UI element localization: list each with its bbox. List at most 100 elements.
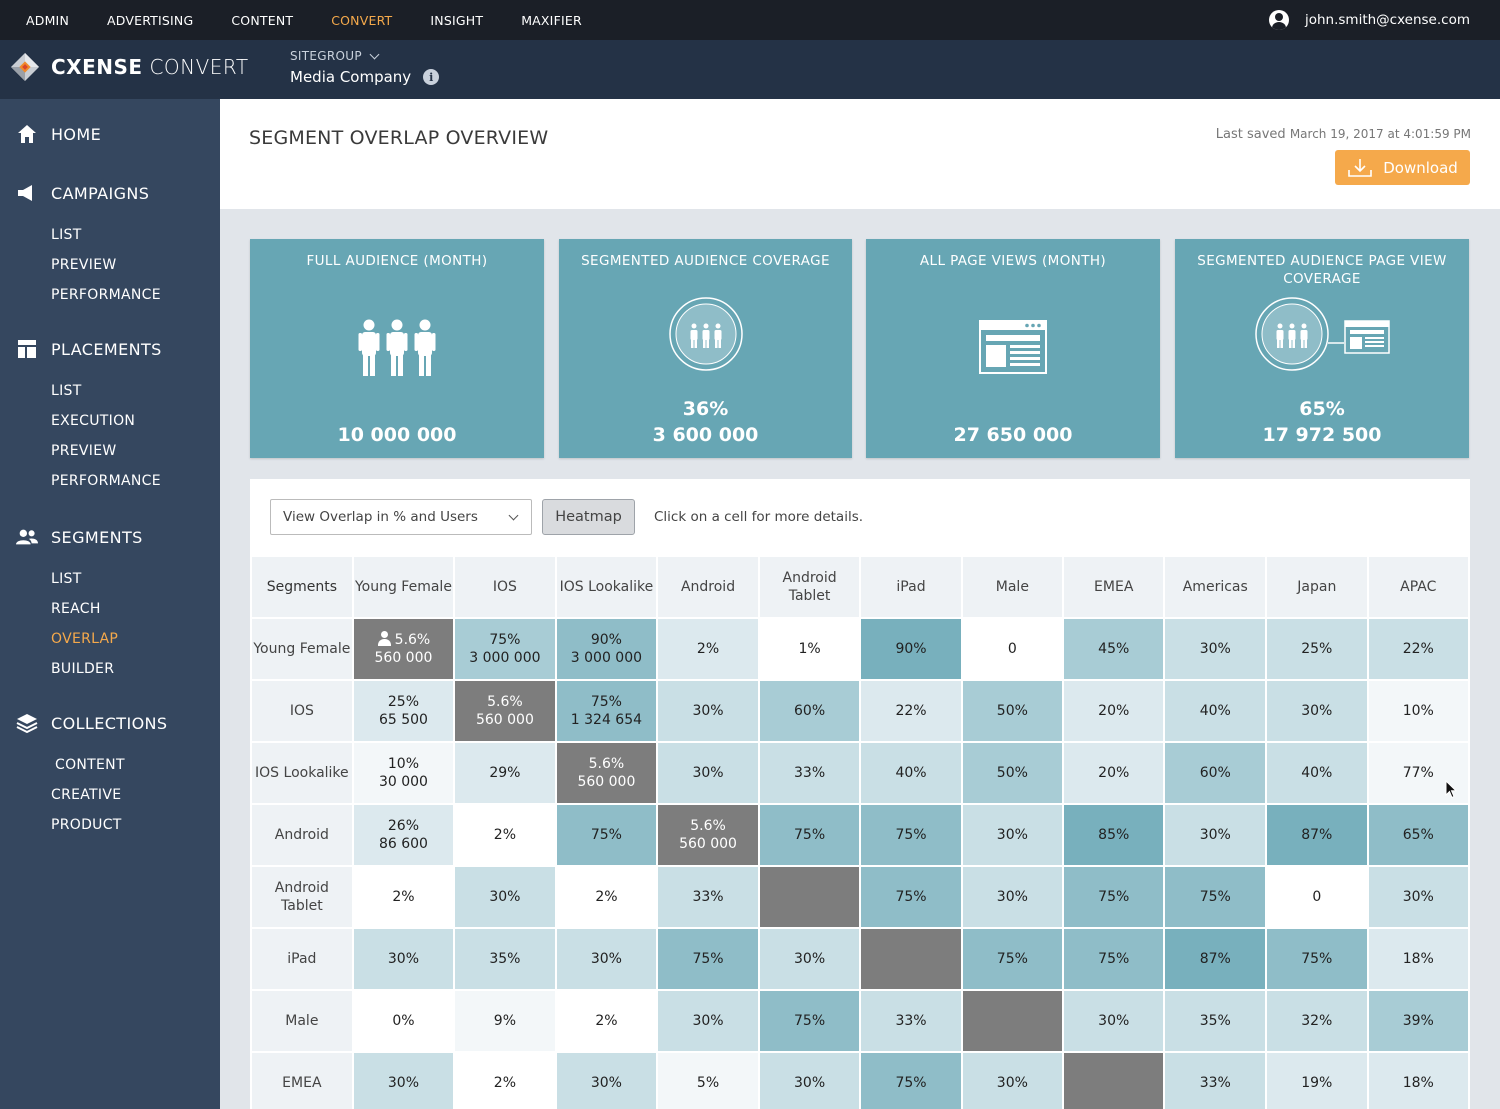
sidebar-item-campaigns-performance[interactable]: PERFORMANCE xyxy=(0,280,220,310)
overlap-cell[interactable]: 90% 3 000 000 xyxy=(556,619,657,679)
overlap-cell[interactable]: 30% xyxy=(658,991,758,1051)
overlap-cell[interactable]: 29% xyxy=(455,743,555,803)
overlap-cell[interactable]: 50% xyxy=(962,681,1063,741)
overlap-cell[interactable]: 40% xyxy=(1165,681,1266,741)
overlap-cell[interactable]: 40% xyxy=(861,743,961,803)
overlap-cell[interactable] xyxy=(962,991,1063,1051)
overlap-cell[interactable]: 30% xyxy=(759,929,860,989)
overlap-cell[interactable]: 35% xyxy=(1165,991,1266,1051)
overlap-cell[interactable]: 22% xyxy=(861,681,961,741)
overlap-cell[interactable]: 87% xyxy=(1267,805,1367,865)
overlap-cell[interactable]: 33% xyxy=(1165,1053,1266,1109)
overlap-cell[interactable]: 5.6% 560 000 xyxy=(658,805,758,865)
overlap-cell[interactable]: 10% 30 000 xyxy=(353,743,454,803)
topnav-admin[interactable]: ADMIN xyxy=(26,13,69,28)
overlap-cell[interactable]: 1% xyxy=(759,619,860,679)
overlap-cell[interactable]: 5.6% 560 000 xyxy=(353,619,454,679)
download-button[interactable]: Download xyxy=(1335,150,1470,185)
topnav-content[interactable]: CONTENT xyxy=(231,13,293,28)
overlap-cell[interactable]: 75% 1 324 654 xyxy=(556,681,657,741)
overlap-cell[interactable]: 25% xyxy=(1267,619,1367,679)
app-logo[interactable]: CXENSE CONVERT xyxy=(10,52,249,82)
overlap-cell[interactable]: 30% xyxy=(1064,991,1164,1051)
overlap-cell[interactable]: 30% xyxy=(962,805,1063,865)
sidebar-item-campaigns-preview[interactable]: PREVIEW xyxy=(0,250,220,280)
overlap-cell[interactable]: 2% xyxy=(556,991,657,1051)
sidebar-item-collections[interactable]: COLLECTIONS xyxy=(0,708,220,738)
overlap-cell[interactable]: 30% xyxy=(1165,619,1266,679)
overlap-cell[interactable]: 32% xyxy=(1267,991,1367,1051)
overlap-cell[interactable]: 9% xyxy=(455,991,555,1051)
sidebar-item-segments-list[interactable]: LIST xyxy=(0,564,220,594)
overlap-cell[interactable]: 30% xyxy=(556,929,657,989)
overlap-cell[interactable]: 30% xyxy=(759,1053,860,1109)
sidebar-item-collections-product[interactable]: PRODUCT xyxy=(0,810,220,840)
sidebar-item-segments-builder[interactable]: BUILDER xyxy=(0,654,220,684)
overlap-cell[interactable] xyxy=(759,867,860,927)
overlap-cell[interactable]: 60% xyxy=(759,681,860,741)
overlap-cell[interactable]: 87% xyxy=(1165,929,1266,989)
overlap-cell[interactable]: 30% xyxy=(658,681,758,741)
overlap-cell[interactable]: 0 xyxy=(962,619,1063,679)
sidebar-item-placements[interactable]: PLACEMENTS xyxy=(0,334,220,364)
overlap-cell[interactable]: 33% xyxy=(759,743,860,803)
overlap-cell[interactable]: 75% xyxy=(759,991,860,1051)
overlap-cell[interactable]: 2% xyxy=(353,867,454,927)
view-overlap-select[interactable]: View Overlap in % and Users xyxy=(270,499,532,535)
overlap-cell[interactable]: 5% xyxy=(658,1053,758,1109)
overlap-cell[interactable]: 75% xyxy=(759,805,860,865)
overlap-cell[interactable]: 30% xyxy=(1165,805,1266,865)
overlap-cell[interactable]: 20% xyxy=(1064,681,1164,741)
sidebar-item-segments-overlap[interactable]: OVERLAP xyxy=(0,624,220,654)
sidebar-item-placements-execution[interactable]: EXECUTION xyxy=(0,406,220,436)
overlap-cell[interactable]: 33% xyxy=(861,991,961,1051)
overlap-cell[interactable]: 2% xyxy=(556,867,657,927)
overlap-cell[interactable]: 26% 86 600 xyxy=(353,805,454,865)
overlap-cell[interactable]: 18% xyxy=(1368,1053,1468,1109)
topnav-convert[interactable]: CONVERT xyxy=(331,13,392,28)
user-menu[interactable]: john.smith@cxense.com xyxy=(1268,0,1470,40)
sitegroup-selector[interactable]: SITEGROUP Media Company i xyxy=(290,49,440,86)
topnav-maxifier[interactable]: MAXIFIER xyxy=(521,13,582,28)
overlap-cell[interactable]: 90% xyxy=(861,619,961,679)
overlap-cell[interactable]: 2% xyxy=(455,1053,555,1109)
sidebar-item-home[interactable]: HOME xyxy=(0,119,220,149)
sidebar-item-segments-reach[interactable]: REACH xyxy=(0,594,220,624)
overlap-cell[interactable]: 18% xyxy=(1368,929,1468,989)
overlap-cell[interactable]: 35% xyxy=(455,929,555,989)
overlap-cell[interactable] xyxy=(861,929,961,989)
overlap-cell[interactable]: 30% xyxy=(1267,681,1367,741)
overlap-cell[interactable]: 30% xyxy=(1368,867,1468,927)
overlap-cell[interactable]: 45% xyxy=(1064,619,1164,679)
overlap-cell[interactable]: 75% xyxy=(1165,867,1266,927)
overlap-cell[interactable]: 30% xyxy=(658,743,758,803)
sidebar-item-segments[interactable]: SEGMENTS xyxy=(0,522,220,552)
overlap-cell[interactable] xyxy=(1064,1053,1164,1109)
sidebar-item-placements-performance[interactable]: PERFORMANCE xyxy=(0,466,220,496)
info-icon[interactable]: i xyxy=(423,69,440,85)
overlap-cell[interactable]: 50% xyxy=(962,743,1063,803)
overlap-cell[interactable]: 30% xyxy=(556,1053,657,1109)
overlap-cell[interactable]: 75% xyxy=(861,867,961,927)
overlap-cell[interactable]: 65% xyxy=(1368,805,1468,865)
topnav-insight[interactable]: INSIGHT xyxy=(430,13,483,28)
overlap-cell[interactable]: 40% xyxy=(1267,743,1367,803)
overlap-cell[interactable]: 75% xyxy=(658,929,758,989)
sidebar-item-collections-content[interactable]: CONTENT xyxy=(0,750,220,780)
overlap-cell[interactable]: 5.6% 560 000 xyxy=(556,743,657,803)
overlap-cell[interactable]: 30% xyxy=(353,1053,454,1109)
overlap-cell[interactable]: 30% xyxy=(353,929,454,989)
overlap-cell[interactable]: 25% 65 500 xyxy=(353,681,454,741)
overlap-cell[interactable]: 85% xyxy=(1064,805,1164,865)
sidebar-item-placements-preview[interactable]: PREVIEW xyxy=(0,436,220,466)
overlap-cell[interactable]: 75% 3 000 000 xyxy=(455,619,555,679)
overlap-cell[interactable]: 33% xyxy=(658,867,758,927)
overlap-cell[interactable]: 39% xyxy=(1368,991,1468,1051)
overlap-cell[interactable]: 2% xyxy=(658,619,758,679)
overlap-cell[interactable]: 75% xyxy=(1064,929,1164,989)
overlap-cell[interactable]: 75% xyxy=(1064,867,1164,927)
overlap-cell[interactable]: 10% xyxy=(1368,681,1468,741)
overlap-cell[interactable]: 60% xyxy=(1165,743,1266,803)
overlap-cell[interactable]: 30% xyxy=(962,867,1063,927)
heatmap-button[interactable]: Heatmap xyxy=(542,499,635,535)
